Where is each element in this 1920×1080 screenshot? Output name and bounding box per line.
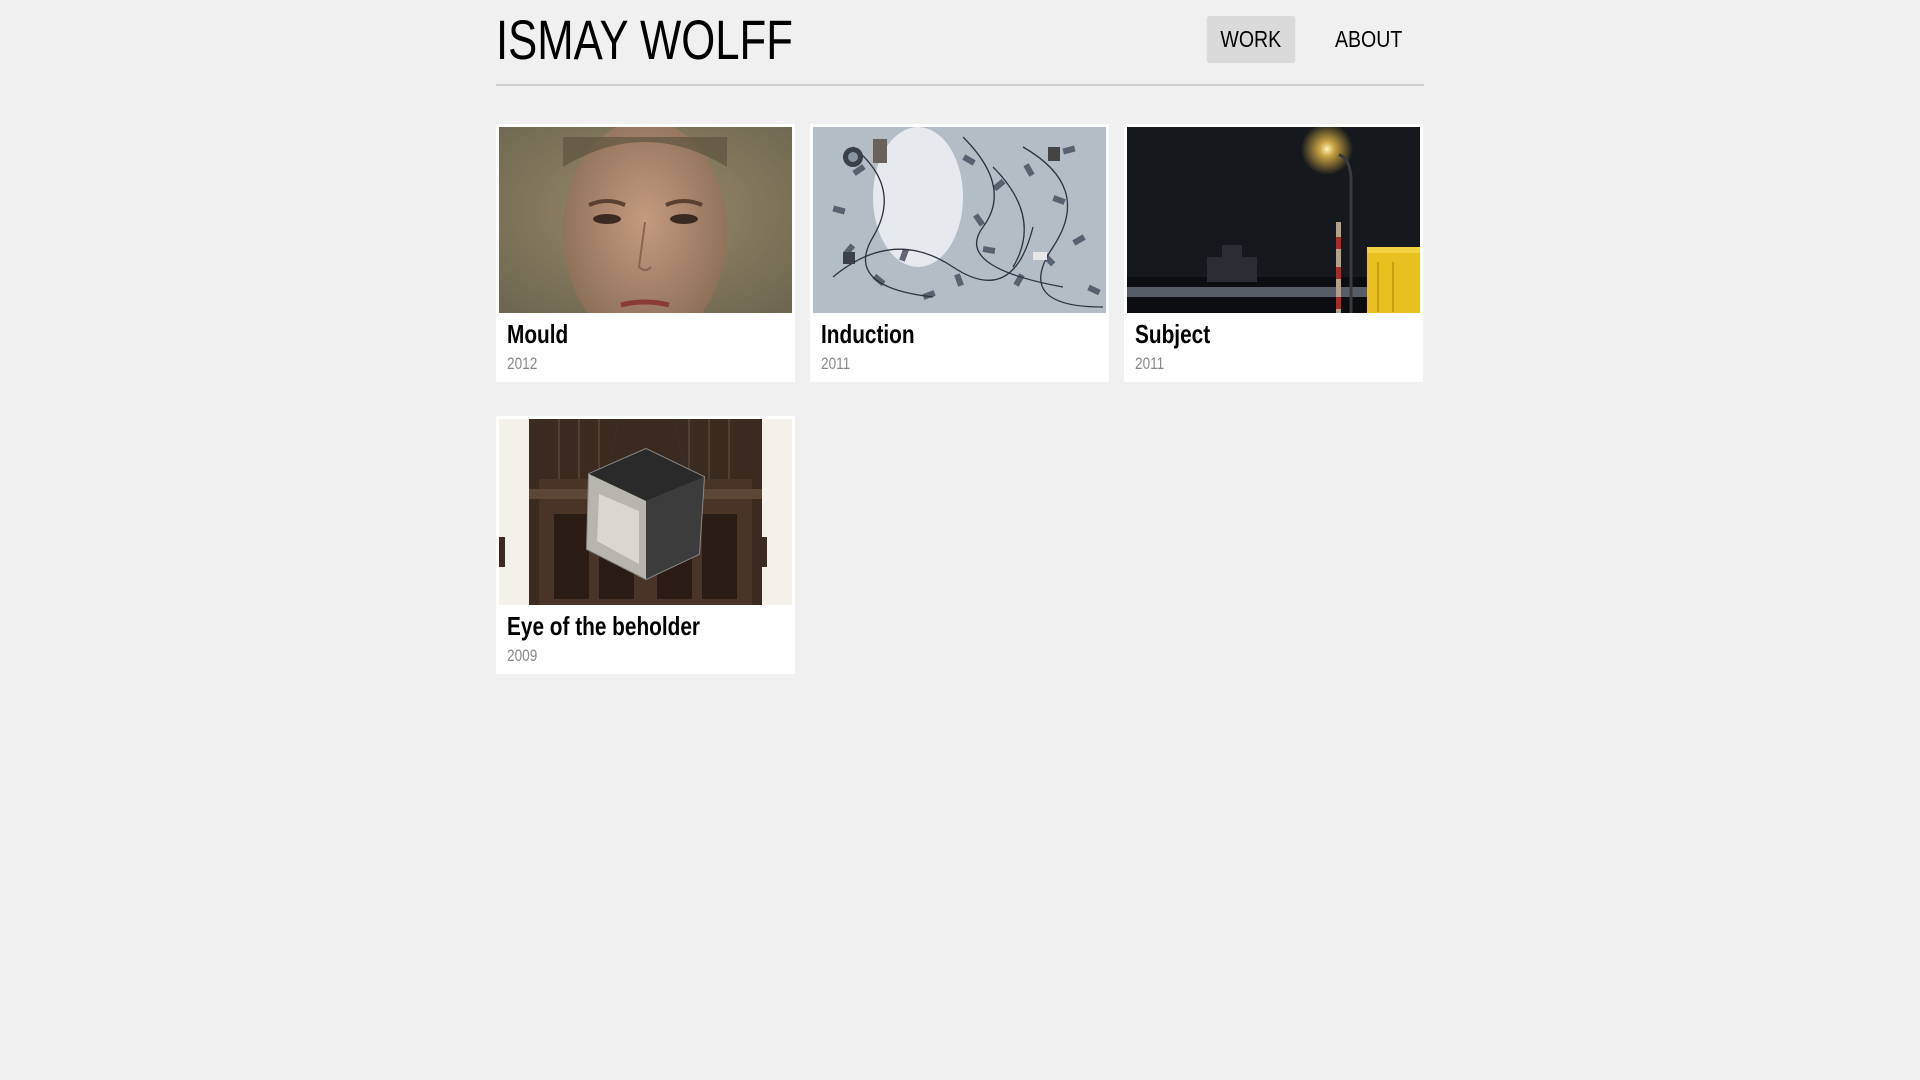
work-year: 2009 [507, 646, 538, 665]
site-title[interactable]: ISMAY WOLFF [496, 10, 793, 70]
nav-about-link[interactable]: ABOUT [1321, 16, 1416, 63]
work-title[interactable]: Mould [507, 318, 735, 350]
work-year: 2012 [507, 354, 538, 373]
subject-thumbnail[interactable] [1127, 127, 1420, 313]
work-card-induction[interactable]: Induction 2011 [810, 124, 1109, 382]
mould-thumbnail[interactable] [499, 127, 792, 313]
main-nav: WORK ABOUT [1199, 16, 1424, 63]
work-title[interactable]: Induction [821, 318, 1049, 350]
page-container: ISMAY WOLFF WORK ABOUT Mould 2012 Induct… [496, 0, 1424, 674]
work-year: 2011 [821, 354, 851, 373]
induction-thumbnail[interactable] [813, 127, 1106, 313]
work-card-mould[interactable]: Mould 2012 [496, 124, 795, 382]
eye-of-the-beholder-thumbnail[interactable] [499, 419, 792, 605]
site-header: ISMAY WOLFF WORK ABOUT [496, 0, 1424, 86]
work-title[interactable]: Subject [1135, 318, 1363, 350]
work-grid: Mould 2012 Induction 2011 Subject 2011 E… [496, 124, 1424, 674]
work-title[interactable]: Eye of the beholder [507, 610, 735, 642]
work-card-eye-of-the-beholder[interactable]: Eye of the beholder 2009 [496, 416, 795, 674]
work-year: 2011 [1135, 354, 1165, 373]
nav-work-link[interactable]: WORK [1206, 16, 1295, 63]
work-card-subject[interactable]: Subject 2011 [1124, 124, 1423, 382]
